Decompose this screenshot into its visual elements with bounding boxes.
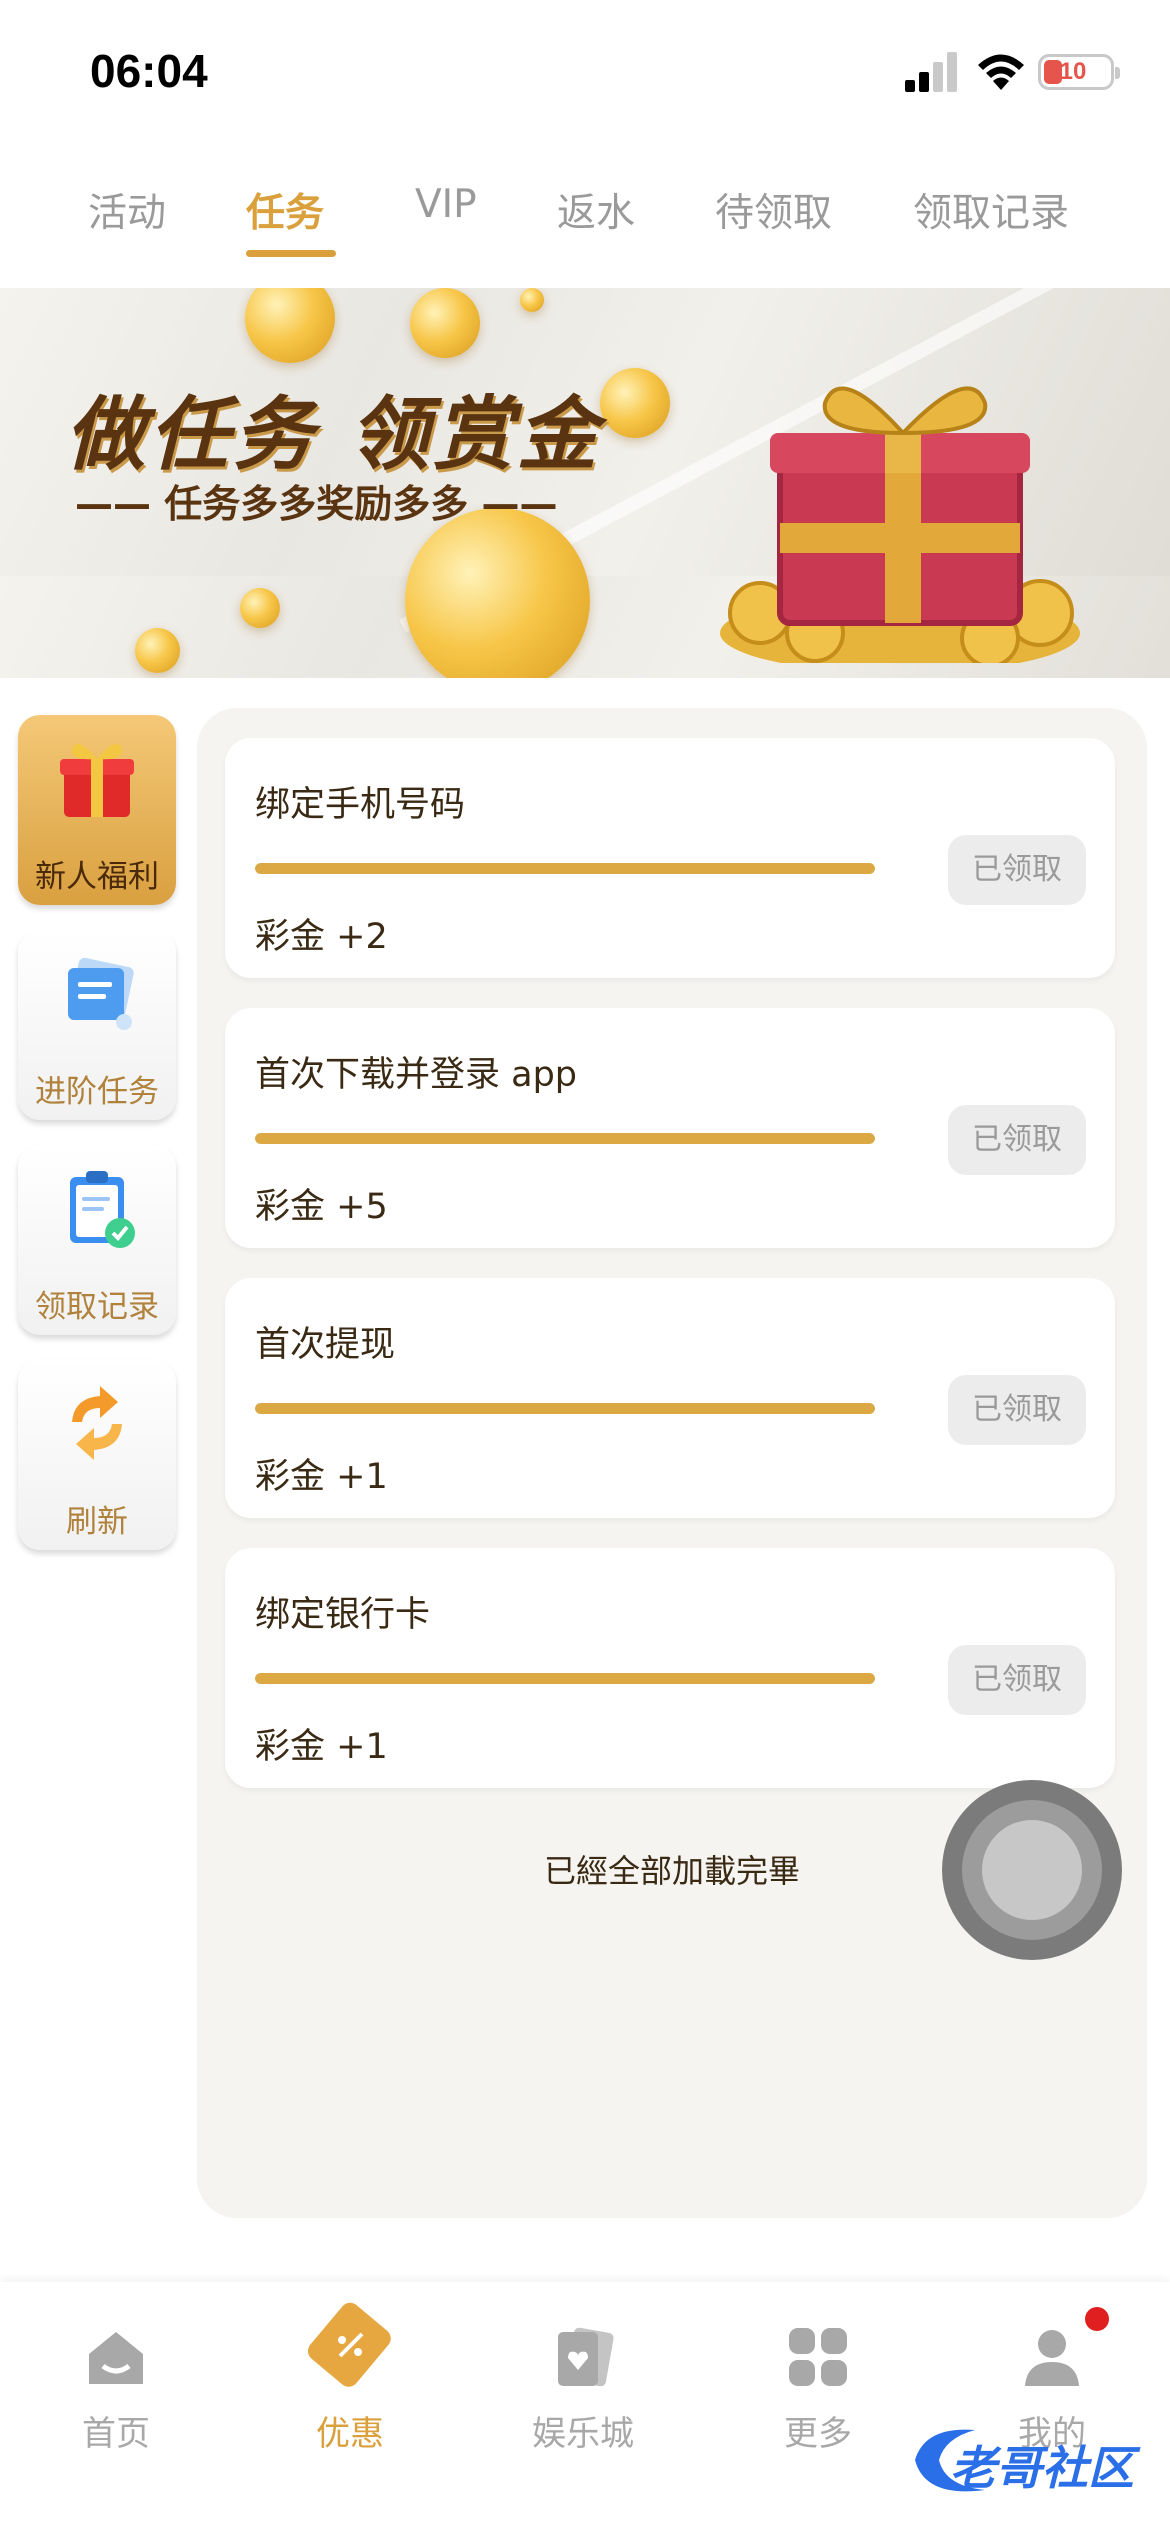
task-card: 首次提现 彩金 +1 已领取 <box>225 1278 1115 1518</box>
task-reward: 彩金 +5 <box>255 1187 388 1227</box>
banner-title: 做任务 领赏金 <box>65 388 601 481</box>
task-progress-bar <box>255 863 875 874</box>
gift-box-icon <box>720 386 1080 663</box>
task-reward: 彩金 +1 <box>255 1727 388 1767</box>
tab-tasks[interactable]: 任务 <box>246 182 324 238</box>
banner-subtitle: —— 任务多多奖励多多 —— <box>75 482 558 526</box>
nav-casino[interactable]: 娱乐城 <box>503 2322 663 2455</box>
tab-activity[interactable]: 活动 <box>88 182 166 238</box>
tab-claim-history[interactable]: 领取记录 <box>913 182 1069 238</box>
claimed-button[interactable]: 已领取 <box>948 835 1086 905</box>
notification-dot <box>1085 2307 1109 2331</box>
task-card: 绑定银行卡 彩金 +1 已领取 <box>225 1548 1115 1788</box>
gift-box-icon <box>60 743 134 817</box>
coin-icon <box>240 588 280 628</box>
task-progress-bar <box>255 1403 875 1414</box>
nav-label: 更多 <box>784 2414 852 2454</box>
sidebar-item-newbie-welfare[interactable]: 新人福利 <box>18 715 176 905</box>
tab-vip[interactable]: VIP <box>415 182 477 227</box>
sidebar-item-label: 新人福利 <box>35 859 159 895</box>
user-icon <box>1025 2330 1079 2386</box>
task-card: 绑定手机号码 彩金 +2 已领取 <box>225 738 1115 978</box>
sidebar-item-label: 刷新 <box>66 1504 128 1540</box>
coin-icon <box>410 288 480 358</box>
wifi-icon <box>978 54 1024 90</box>
task-reward: 彩金 +2 <box>255 917 388 957</box>
nav-label: 首页 <box>82 2414 150 2454</box>
cards-icon <box>558 2327 614 2387</box>
claimed-button[interactable]: 已领取 <box>948 1375 1086 1445</box>
sidebar-item-label: 领取记录 <box>35 1289 159 1325</box>
coin-icon <box>405 508 590 678</box>
battery-level: 10 <box>1059 58 1087 85</box>
tab-rebate[interactable]: 返水 <box>557 182 635 238</box>
clipboard-check-icon <box>70 1171 135 1248</box>
home-icon <box>89 2332 143 2384</box>
task-title: 绑定手机号码 <box>255 785 466 825</box>
sidebar-item-claim-history[interactable]: 领取记录 <box>18 1145 176 1335</box>
claimed-button[interactable]: 已领取 <box>948 1645 1086 1715</box>
task-progress-bar <box>255 1673 875 1684</box>
nav-label: 娱乐城 <box>532 2414 634 2454</box>
task-title: 绑定银行卡 <box>255 1595 431 1635</box>
promo-banner: 做任务 领赏金 —— 任务多多奖励多多 —— <box>0 288 1170 678</box>
sidebar-item-label: 进阶任务 <box>35 1074 159 1110</box>
ticket-icon <box>307 2302 391 2387</box>
grid-icon <box>789 2328 847 2386</box>
task-reward: 彩金 +1 <box>255 1457 388 1497</box>
task-card: 首次下载并登录 app 彩金 +5 已领取 <box>225 1008 1115 1248</box>
nav-more[interactable]: 更多 <box>738 2322 898 2455</box>
sidebar-item-advanced-tasks[interactable]: 进阶任务 <box>18 930 176 1120</box>
task-panel: 绑定手机号码 彩金 +2 已领取 首次下载并登录 app 彩金 +5 已领取 首… <box>197 708 1147 2218</box>
task-progress-bar <box>255 1133 875 1144</box>
nav-promotions[interactable]: 优惠 <box>270 2296 430 2455</box>
nav-home[interactable]: 首页 <box>36 2322 196 2455</box>
coin-icon <box>135 628 180 673</box>
battery-icon: 10 <box>1038 54 1120 90</box>
refresh-icon <box>72 1386 122 1460</box>
active-tab-indicator <box>246 250 336 257</box>
task-title: 首次下载并登录 app <box>255 1055 578 1095</box>
signal-icon <box>905 52 957 92</box>
document-stack-icon <box>68 957 134 1030</box>
watermark-text: 老哥社区 <box>950 2441 1134 2495</box>
status-bar: 06:04 10 <box>0 0 1170 140</box>
claimed-button[interactable]: 已领取 <box>948 1105 1086 1175</box>
task-title: 首次提现 <box>255 1325 396 1365</box>
tab-pending[interactable]: 待领取 <box>715 182 832 238</box>
coin-icon <box>245 288 335 363</box>
coin-icon <box>520 288 544 312</box>
floating-action-button[interactable] <box>942 1780 1122 1960</box>
nav-label: 优惠 <box>316 2414 384 2454</box>
sidebar-item-refresh[interactable]: 刷新 <box>18 1360 176 1550</box>
coin-icon <box>600 368 670 438</box>
status-time: 06:04 <box>90 45 208 97</box>
top-tabs: 活动 任务 VIP 返水 待领取 领取记录 <box>0 170 1170 290</box>
